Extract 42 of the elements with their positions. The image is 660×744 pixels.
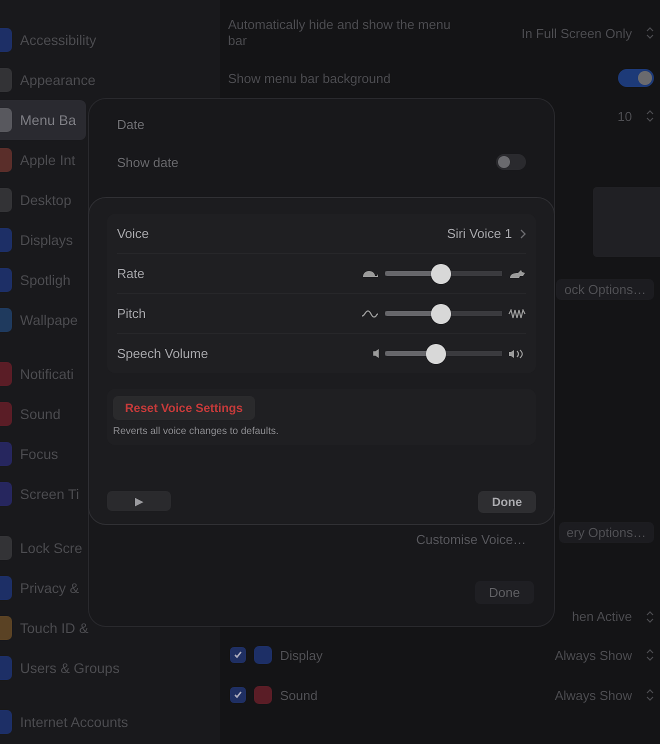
toggle-switch[interactable] [496, 154, 526, 170]
popup-button[interactable]: Always Show [554, 648, 654, 662]
popup-button[interactable]: In Full Screen Only [521, 26, 654, 40]
updown-chevron-icon [646, 110, 654, 122]
slider-thumb[interactable] [431, 304, 452, 324]
checkmark-icon [233, 650, 243, 660]
wave-icon [361, 308, 379, 318]
sidebar-item[interactable]: Menu Ba [0, 100, 86, 140]
reset-voice-button[interactable]: Reset Voice Settings [113, 396, 255, 420]
updown-chevron-icon [646, 649, 654, 661]
popup-button[interactable]: Always Show [554, 688, 654, 702]
customise-voice-button[interactable]: Customise Voice… [416, 532, 526, 547]
updown-chevron-icon [646, 610, 654, 622]
slider-thumb[interactable] [431, 264, 452, 284]
section-title: Date [117, 117, 146, 132]
speaker-loud-icon [508, 348, 526, 358]
updown-chevron-icon [646, 27, 654, 39]
popup-button[interactable]: hen Active [572, 609, 654, 624]
updown-chevron-icon [646, 689, 654, 701]
control-label: Sound [280, 688, 318, 702]
play-button[interactable]: ▶ [107, 491, 171, 511]
slider-thumb[interactable] [426, 344, 446, 364]
checkmark-icon [233, 690, 243, 700]
speaker-low-icon [373, 349, 379, 358]
slider-label: Pitch [117, 306, 146, 321]
stepper-field[interactable]: 10 [618, 108, 654, 124]
done-button[interactable]: Done [474, 581, 534, 604]
checkbox[interactable] [230, 687, 246, 703]
setting-label: Automatically hide and show the menu bar [228, 17, 452, 49]
voice-label: Voice [117, 226, 149, 241]
wave-icon [508, 308, 526, 318]
control-label: Display [280, 648, 323, 662]
done-button[interactable]: Done [478, 491, 536, 513]
setting-label: Show menu bar background [228, 70, 391, 86]
voice-selector[interactable]: Siri Voice 1 [446, 226, 526, 241]
slider-label: Speech Volume [117, 346, 208, 361]
slider-label: Rate [117, 266, 144, 281]
hint-text: Reverts all voice changes to defaults. [113, 426, 280, 437]
setting-label: Show date [117, 154, 178, 170]
toggle-switch[interactable] [618, 69, 654, 87]
checkbox[interactable] [230, 647, 246, 663]
chevron-right-icon [520, 228, 526, 238]
